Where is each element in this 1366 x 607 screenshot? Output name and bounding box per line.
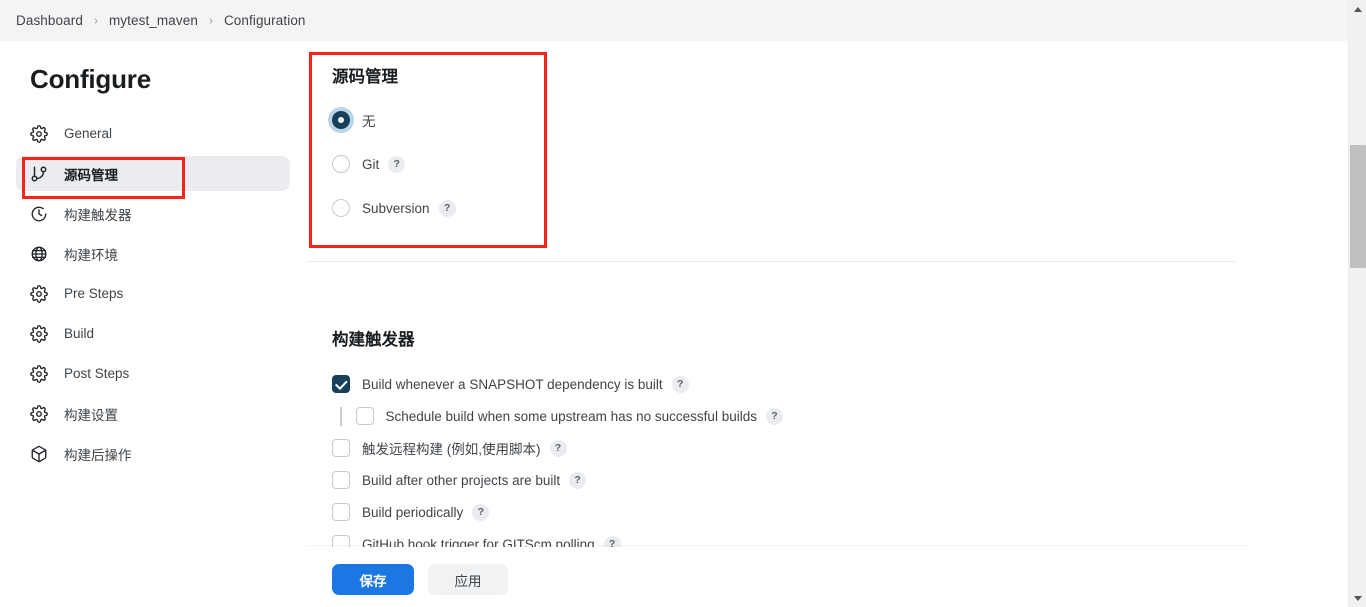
git-branch-icon	[29, 164, 49, 184]
indent-guide	[340, 406, 342, 426]
sidebar-item-label: Build	[64, 326, 95, 341]
sidebar-item-pre-steps[interactable]: Pre Steps	[16, 276, 290, 311]
page-title: Configure	[30, 64, 151, 94]
help-icon[interactable]: ?	[472, 503, 490, 521]
sidebar-item-build-environment[interactable]: 构建环境	[16, 236, 290, 271]
sidebar-item-label: Post Steps	[64, 366, 130, 381]
save-button[interactable]: 保存	[332, 564, 414, 595]
scm-option-label: Subversion	[362, 200, 430, 216]
gear-icon	[29, 324, 49, 344]
sidebar-item-label: 构建环境	[64, 247, 118, 263]
checkbox-build-periodically[interactable]	[332, 503, 350, 521]
trigger-label: Build whenever a SNAPSHOT dependency is …	[362, 376, 663, 392]
trigger-label: Schedule build when some upstream has no…	[385, 408, 757, 424]
help-icon[interactable]: ?	[549, 439, 567, 457]
triggers-section-title: 构建触发器	[332, 331, 415, 349]
gear-icon	[29, 284, 49, 304]
sidebar-item-label: 构建后操作	[64, 447, 132, 463]
breadcrumb-configuration[interactable]: Configuration	[224, 13, 306, 28]
radio-subversion[interactable]	[332, 199, 350, 217]
trigger-schedule-upstream[interactable]: Schedule build when some upstream has no…	[332, 404, 783, 428]
gear-icon	[29, 364, 49, 384]
scm-section: 源码管理 无 Git ? Subversion ?	[306, 41, 1348, 219]
vertical-scrollbar[interactable]	[1348, 0, 1366, 607]
trigger-label: 触发远程构建 (例如,使用脚本)	[362, 442, 541, 457]
sidebar-item-build-triggers[interactable]: 构建触发器	[16, 196, 290, 231]
page-body: Configure General 源码管理 构建触发器 构建环境 Pre St…	[0, 41, 1348, 607]
package-icon	[29, 444, 49, 464]
section-divider	[306, 261, 1235, 262]
clock-icon	[29, 204, 49, 224]
scm-option-none[interactable]: 无	[332, 109, 1348, 131]
checkbox-snapshot-dependency[interactable]	[332, 375, 350, 393]
sidebar-item-label: 构建触发器	[64, 207, 132, 223]
breadcrumb-bar: Dashboard › mytest_maven › Configuration	[0, 0, 1348, 41]
breadcrumb-separator-2: ›	[208, 13, 213, 27]
trigger-label: Build after other projects are built	[362, 472, 561, 488]
help-icon[interactable]: ?	[765, 407, 783, 425]
apply-button[interactable]: 应用	[428, 564, 508, 595]
gear-icon	[29, 404, 49, 424]
breadcrumb-dashboard[interactable]: Dashboard	[16, 13, 83, 28]
trigger-snapshot-dependency[interactable]: Build whenever a SNAPSHOT dependency is …	[332, 372, 783, 396]
sidebar-item-label: Pre Steps	[64, 286, 124, 301]
sidebar-item-build[interactable]: Build	[16, 316, 290, 351]
sidebar-item-source-code-management[interactable]: 源码管理	[16, 156, 290, 191]
trigger-after-other-projects[interactable]: Build after other projects are built ?	[332, 468, 783, 492]
scm-option-git[interactable]: Git ?	[332, 153, 1348, 175]
scm-section-title: 源码管理	[332, 68, 398, 86]
scm-option-subversion[interactable]: Subversion ?	[332, 197, 1348, 219]
scm-option-label: 无	[362, 114, 376, 129]
scrollbar-thumb[interactable]	[1350, 145, 1366, 268]
sidebar-item-general[interactable]: General	[16, 116, 290, 151]
sidebar-item-build-settings[interactable]: 构建设置	[16, 396, 290, 431]
sidebar-item-label: 源码管理	[64, 167, 118, 183]
checkbox-after-other-projects[interactable]	[332, 471, 350, 489]
footer-action-bar: 保存 应用	[306, 547, 1348, 607]
help-icon[interactable]: ?	[438, 199, 456, 217]
breadcrumb-project[interactable]: mytest_maven	[109, 13, 198, 28]
gear-icon	[29, 124, 49, 144]
radio-git[interactable]	[332, 155, 350, 173]
radio-none[interactable]	[332, 111, 350, 129]
trigger-label: Build periodically	[362, 504, 464, 520]
help-icon[interactable]: ?	[388, 155, 406, 173]
checkbox-remote-build[interactable]	[332, 439, 350, 457]
sidebar-item-label: 构建设置	[64, 407, 118, 423]
configure-sidebar: Configure General 源码管理 构建触发器 构建环境 Pre St…	[0, 41, 306, 607]
scroll-up-arrow[interactable]	[1349, 0, 1366, 18]
trigger-build-periodically[interactable]: Build periodically ?	[332, 500, 783, 524]
page-root: Dashboard › mytest_maven › Configuration…	[0, 0, 1366, 607]
sidebar-item-post-steps[interactable]: Post Steps	[16, 356, 290, 391]
breadcrumb-separator-1: ›	[93, 13, 98, 27]
help-icon[interactable]: ?	[569, 471, 587, 489]
checkbox-schedule-upstream[interactable]	[355, 407, 374, 425]
sidebar-item-post-build-actions[interactable]: 构建后操作	[16, 436, 290, 471]
help-icon[interactable]: ?	[671, 375, 689, 393]
globe-icon	[29, 244, 49, 264]
sidebar-item-label: General	[64, 126, 113, 141]
trigger-remote-build[interactable]: 触发远程构建 (例如,使用脚本) ?	[332, 436, 783, 460]
scroll-down-arrow[interactable]	[1349, 589, 1366, 607]
scm-option-label: Git	[362, 156, 380, 172]
sidebar-nav-list: General 源码管理 构建触发器 构建环境 Pre Steps Build …	[0, 116, 306, 471]
